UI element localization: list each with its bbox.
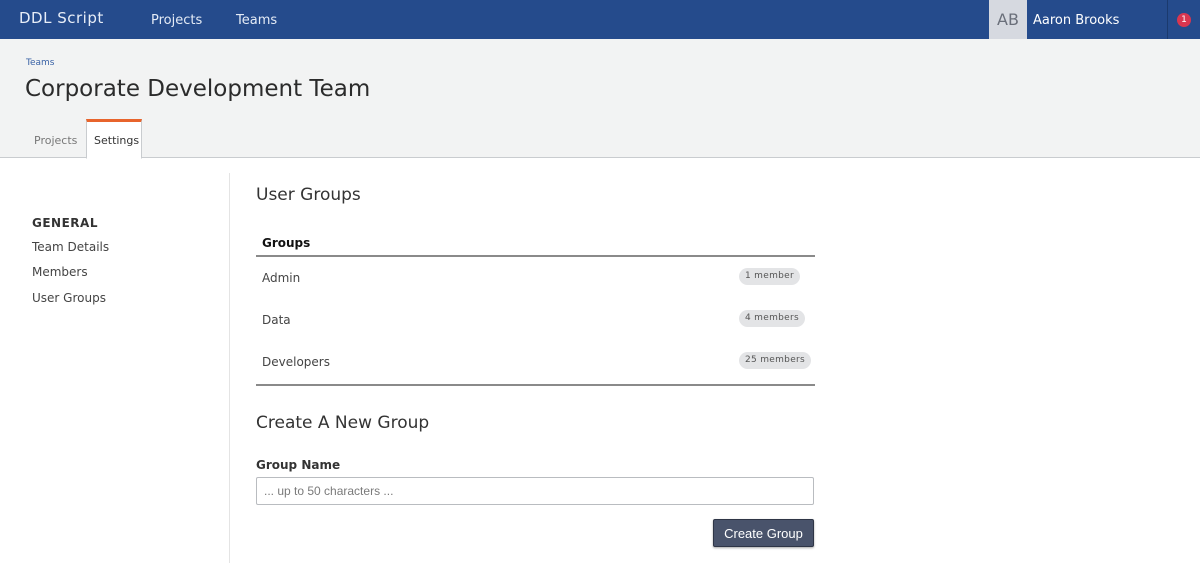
group-name: Developers [262,355,330,369]
group-name: Admin [262,271,301,285]
group-row-data[interactable]: Data 4 members [256,299,815,341]
member-count-badge: 1 member [739,268,801,285]
groups-table-bottom-rule [256,384,815,386]
group-row-developers[interactable]: Developers 25 members [256,341,815,383]
member-count-badge: 25 members [739,352,812,369]
page-header: Teams Corporate Development Team Project… [0,39,1200,159]
nav-divider [1167,0,1168,39]
group-name-input[interactable] [256,477,814,505]
group-row-admin[interactable]: Admin 1 member [256,257,815,299]
page-title: Corporate Development Team [25,76,371,102]
nav-link-projects[interactable]: Projects [151,13,202,28]
brand-logo[interactable]: DDL Script [19,9,104,27]
sidebar-item-user-groups[interactable]: User Groups [32,291,106,305]
tab-settings[interactable]: Settings [86,119,142,159]
group-name-label: Group Name [256,458,341,472]
section-title-user-groups: User Groups [256,185,361,205]
user-avatar[interactable]: AB [989,0,1027,39]
section-title-create-group: Create A New Group [256,413,430,433]
tab-projects[interactable]: Projects [27,119,84,158]
create-group-button[interactable]: Create Group [713,519,814,547]
group-name: Data [262,313,291,327]
breadcrumb-teams[interactable]: Teams [26,58,54,68]
groups-table-header: Groups [256,230,815,257]
groups-table: Groups Admin 1 member Data 4 members Dev… [256,230,815,386]
sidebar-item-members[interactable]: Members [32,265,88,279]
top-navbar: DDL Script Projects Teams AB Aaron Brook… [0,0,1200,39]
sidebar-item-team-details[interactable]: Team Details [32,240,109,254]
nav-link-teams[interactable]: Teams [236,13,277,28]
sidebar-divider [229,173,230,563]
sidebar-heading-general: GENERAL [32,216,98,230]
notification-badge[interactable]: 1 [1177,13,1191,27]
member-count-badge: 4 members [739,310,805,327]
user-name-menu[interactable]: Aaron Brooks [1033,13,1119,28]
